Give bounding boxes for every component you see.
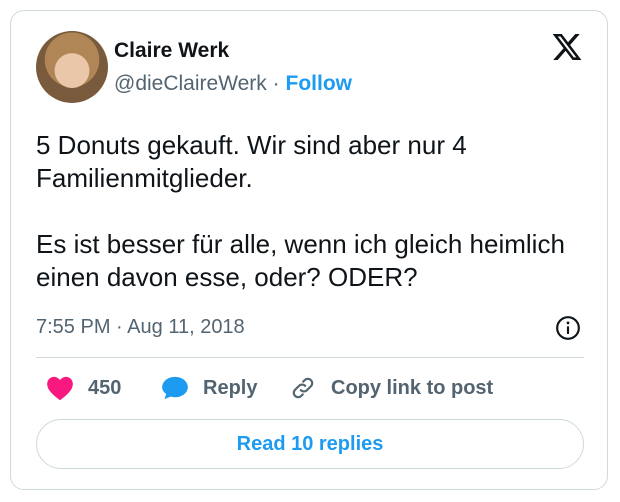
reply-bubble-icon — [162, 376, 188, 400]
read-replies-button[interactable]: Read 10 replies — [36, 419, 584, 469]
handle-separator: · — [272, 72, 280, 95]
copy-link-button[interactable]: Copy link to post — [289, 373, 493, 403]
tweet-time: 7:55 PM — [36, 316, 111, 338]
tweet-date: Aug 11, 2018 — [127, 316, 245, 338]
tweet-paragraph: 5 Donuts gekauft. Wir sind aber nur 4 Fa… — [36, 130, 467, 193]
timestamp-separator: · — [116, 316, 123, 338]
reply-label: Reply — [203, 376, 258, 399]
divider — [36, 357, 584, 358]
link-icon — [292, 377, 314, 399]
author-handle-row: @dieClaireWerk · Follow — [114, 72, 352, 96]
tweet-text: 5 Donuts gekauft. Wir sind aber nur 4 Fa… — [36, 129, 586, 294]
x-logo-icon[interactable] — [551, 31, 583, 63]
tweet-paragraph: Es ist besser für alle, wenn ich gleich … — [36, 229, 565, 292]
like-count: 450 — [88, 376, 122, 399]
follow-button[interactable]: Follow — [286, 72, 353, 95]
heart-icon — [47, 376, 73, 401]
author-name[interactable]: Claire Werk — [114, 39, 229, 63]
reply-button[interactable]: Reply — [161, 373, 257, 403]
avatar[interactable] — [36, 31, 108, 103]
tweet-card: Claire Werk @dieClaireWerk · Follow 5 Do… — [10, 10, 608, 490]
like-button[interactable]: 450 — [46, 373, 121, 403]
copy-link-label: Copy link to post — [331, 376, 494, 399]
tweet-timestamp[interactable]: 7:55 PM · Aug 11, 2018 — [36, 316, 245, 339]
author-handle[interactable]: @dieClaireWerk — [114, 72, 267, 95]
info-icon[interactable] — [555, 315, 581, 341]
